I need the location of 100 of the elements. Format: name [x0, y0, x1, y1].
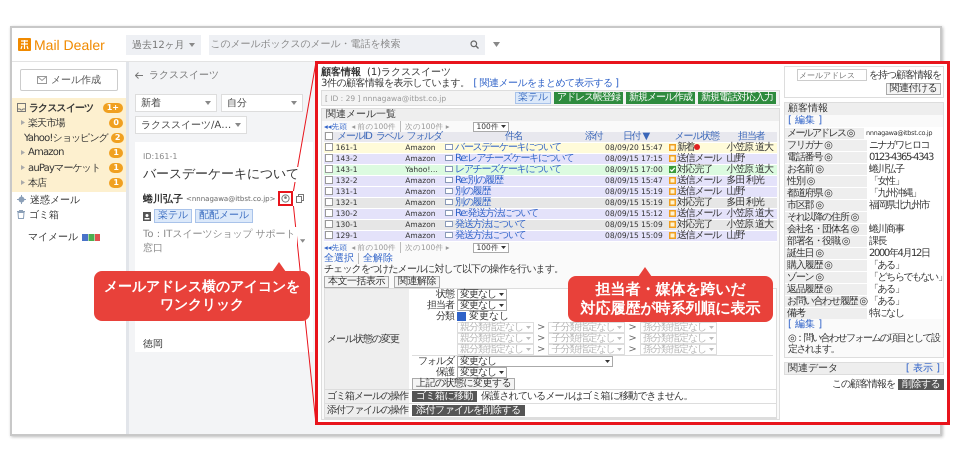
search-icon[interactable]: [470, 40, 479, 49]
subject-link[interactable]: 発送方法について: [455, 219, 526, 230]
integration-tag[interactable]: 楽テル: [154, 209, 192, 223]
search-field[interactable]: このメールボックスのメール・電話を検索: [208, 34, 485, 54]
row-checkbox[interactable]: [325, 231, 333, 240]
row-checkbox[interactable]: [325, 165, 333, 174]
select-all-checkbox[interactable]: [325, 132, 334, 140]
related-title: 関連データ: [788, 363, 838, 374]
folder-item[interactable]: 本店: [28, 176, 106, 190]
field-value: 「女性」: [869, 176, 904, 187]
subject-link[interactable]: レアチーズケーキについて: [455, 164, 561, 175]
row-checkbox[interactable]: [325, 220, 333, 228]
delete-button[interactable]: 削除する: [898, 379, 944, 390]
related-mail-link[interactable]: [ 関連メールをまとめて表示する ]: [473, 78, 619, 90]
breadcrumb[interactable]: ラクススイーツ: [149, 68, 219, 82]
folder-item[interactable]: Amazon: [28, 147, 106, 158]
caret-icon: [617, 348, 622, 351]
expand-arrow-icon[interactable]: [21, 120, 25, 125]
folder-item[interactable]: ラクススイーツ: [29, 100, 100, 114]
envelope-icon: [37, 76, 47, 84]
subject-link[interactable]: バースデーケーキについて: [455, 142, 561, 153]
folder-dropdown[interactable]: 変更なし: [457, 356, 613, 367]
filter-dropdown[interactable]: ラクススイーツ/A…: [135, 116, 248, 134]
trash-icon: [17, 210, 25, 219]
subject-link[interactable]: Re:別の履歴: [455, 175, 503, 186]
status-dropdown[interactable]: 変更なし: [457, 289, 507, 300]
subject-link[interactable]: Re:発送方法について: [455, 208, 538, 219]
list-title: 関連メール一覧: [322, 109, 779, 121]
column-header[interactable]: メールID: [336, 131, 372, 142]
field-label: 状態: [436, 289, 454, 300]
caret-icon: [499, 371, 504, 374]
field-value: 特になし: [869, 308, 904, 319]
subject-link[interactable]: 別の履歴: [455, 197, 490, 208]
delete-attachment-button[interactable]: 添付ファイルを削除する: [412, 405, 524, 416]
compose-button[interactable]: メール作成: [20, 69, 118, 91]
field-label: 分類: [435, 311, 454, 322]
trash-button[interactable]: ゴミ箱に移動: [412, 391, 477, 402]
integration-tag[interactable]: 楽テル: [515, 92, 551, 104]
field-label: 部署名・役職 ◎: [785, 236, 867, 247]
subject-link[interactable]: Re:レアチーズケーキについて: [455, 153, 574, 164]
link-button[interactable]: 関連付ける: [886, 83, 941, 95]
show-link[interactable]: [ 表示 ]: [906, 363, 940, 374]
field-value: 0123-4365-4343: [869, 152, 933, 163]
separator-mark: >: [537, 322, 546, 333]
row-checkbox[interactable]: [325, 176, 333, 184]
customer-icon[interactable]: [281, 194, 290, 203]
column-header[interactable]: ラベル: [376, 131, 402, 142]
form-label: メール状態の変更: [327, 334, 399, 344]
separator-mark: >: [628, 344, 637, 355]
field-label: 電話番号 ◎: [785, 152, 867, 163]
selection-link[interactable]: 全選択: [324, 253, 354, 264]
copy-icon[interactable]: [296, 194, 304, 203]
expand-arrow-icon[interactable]: [21, 165, 25, 170]
panel-subtitle: (1)ラクススイーツ: [367, 66, 452, 78]
table-cell: 小笠原 道大: [726, 142, 773, 153]
filter-dropdown[interactable]: 自分: [221, 94, 303, 112]
field-value: 課長: [869, 236, 886, 247]
note-text: 保護されているメールはゴミ箱に移動できません。: [481, 391, 693, 402]
filter-dropdown[interactable]: 新着: [135, 94, 217, 112]
folder-item[interactable]: ゴミ箱: [29, 208, 59, 222]
edit-link[interactable]: [ 編集 ]: [788, 319, 822, 330]
column-header[interactable]: 添付: [584, 131, 602, 142]
row-checkbox[interactable]: [325, 143, 333, 152]
folder-item[interactable]: Yahoo!ショッピング: [24, 130, 108, 144]
subject-link[interactable]: 別の履歴: [455, 186, 490, 197]
integration-tag[interactable]: 配配メール: [195, 209, 253, 223]
action-button[interactable]: 新規メール作成: [626, 92, 695, 104]
caret-icon[interactable]: [300, 239, 305, 243]
my-mail-label: マイメール: [28, 231, 78, 244]
action-button[interactable]: 新規電話対応入力: [698, 92, 776, 104]
edit-link[interactable]: [ 編集 ]: [788, 115, 822, 126]
caret-icon[interactable]: [492, 42, 500, 47]
folder-item[interactable]: 迷惑メール: [30, 192, 80, 206]
apply-button[interactable]: 上記の状態に変更する: [412, 378, 515, 390]
row-checkbox[interactable]: [325, 198, 333, 206]
protect-dropdown[interactable]: 変更なし: [457, 367, 507, 378]
folder-item[interactable]: 楽天市場: [28, 116, 106, 130]
subject-link[interactable]: 発送方法について: [455, 230, 526, 241]
column-header[interactable]: 件名: [504, 131, 522, 142]
back-arrow-icon[interactable]: [135, 72, 143, 78]
address-book-icon[interactable]: [143, 212, 151, 220]
bulk-button[interactable]: 関連解除: [394, 276, 440, 288]
bulk-button[interactable]: 本文一括表示: [324, 276, 389, 288]
row-checkbox[interactable]: [325, 154, 333, 162]
row-checkbox[interactable]: [325, 187, 333, 196]
count-badge: 1: [109, 162, 123, 172]
delete-label: この顧客情報を: [832, 379, 895, 390]
status-dropdown[interactable]: 変更なし: [457, 300, 507, 311]
row-checkbox[interactable]: [325, 209, 333, 218]
folder-item[interactable]: auPayマーケット: [28, 160, 106, 174]
caret-icon: [235, 123, 242, 127]
expand-arrow-icon[interactable]: [21, 180, 25, 185]
expand-arrow-icon[interactable]: [21, 150, 25, 155]
action-button[interactable]: アドレス帳登録: [554, 92, 623, 104]
selection-link[interactable]: 全解除: [358, 253, 393, 264]
status-text: 送信メール: [676, 175, 721, 186]
email-input[interactable]: メールアドレス: [797, 69, 867, 81]
period-dropdown[interactable]: 過去12ヶ月: [126, 34, 201, 54]
tag-icons: [82, 234, 100, 240]
callout-text: メールアドレス横のアイコンを: [104, 278, 300, 296]
